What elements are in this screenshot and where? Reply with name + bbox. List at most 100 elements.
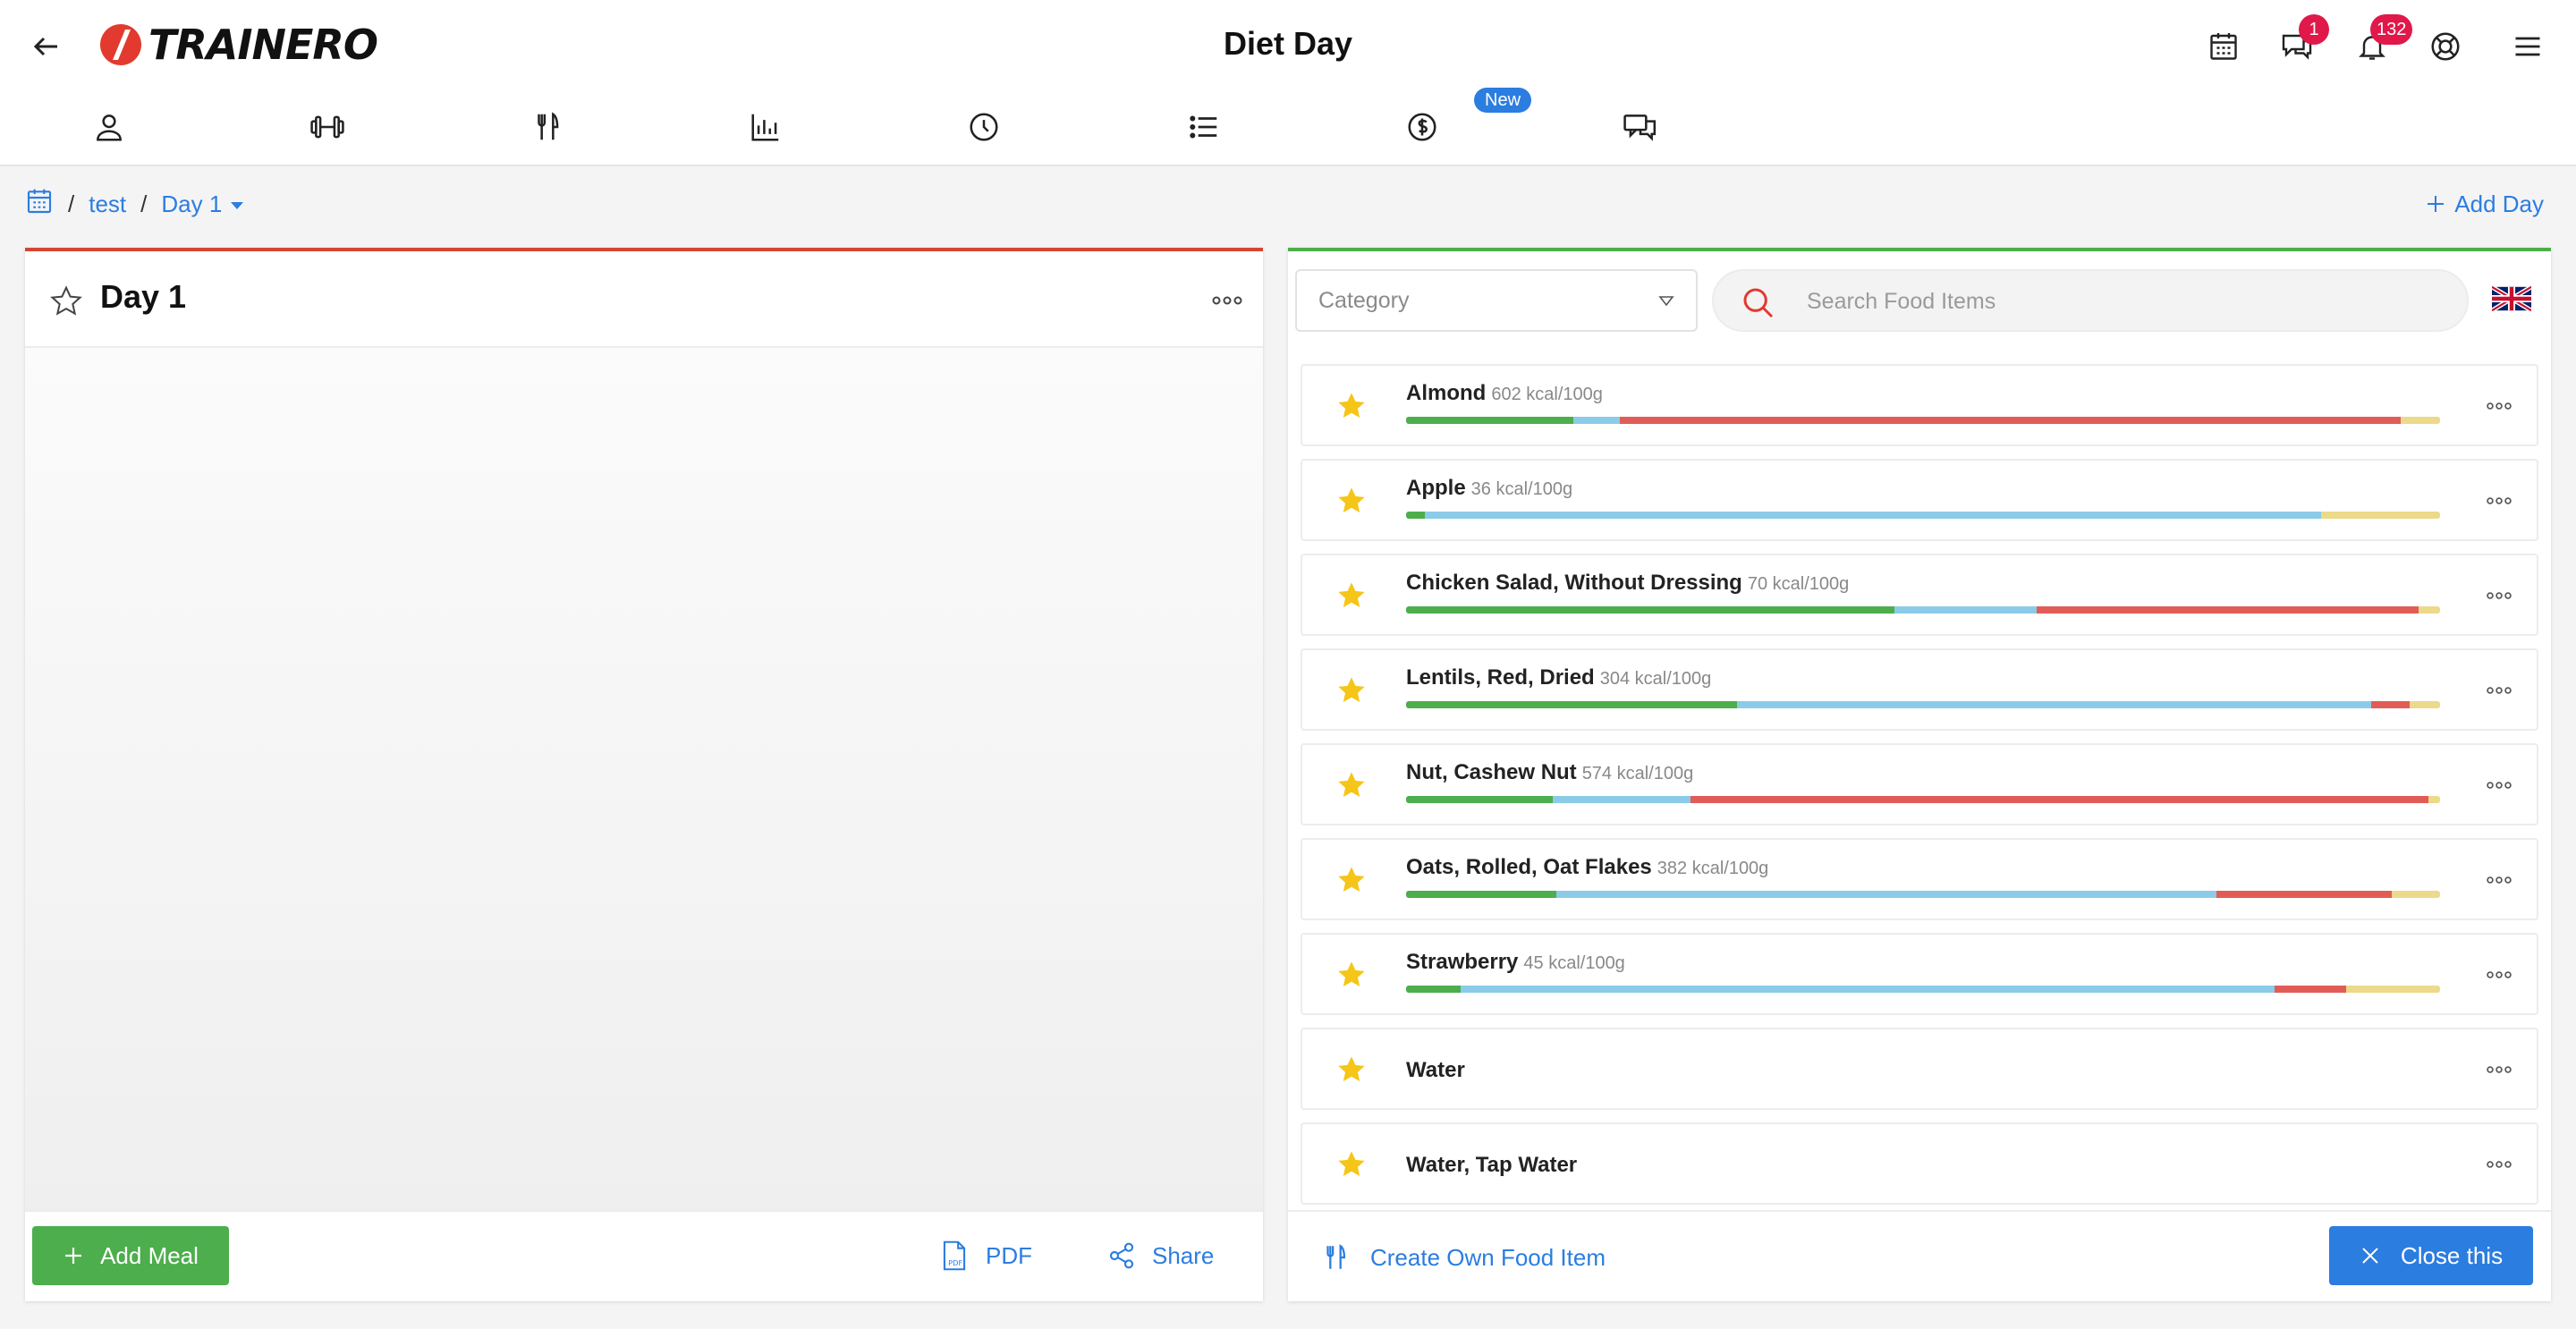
protein-segment — [1406, 891, 1556, 898]
fork-knife-icon[interactable] — [526, 106, 569, 148]
food-kcal-text: 45 kcal/100g — [1523, 953, 1625, 973]
food-item-name: Almond 602 kcal/100g — [1406, 381, 1603, 406]
food-item-name: Lentils, Red, Dried 304 kcal/100g — [1406, 665, 1711, 690]
create-own-food-button[interactable]: Create Own Food Item — [1320, 1228, 1606, 1287]
macro-distribution-bar — [1406, 796, 2440, 803]
module-nav — [0, 89, 2576, 166]
plus-icon — [65, 1248, 82, 1264]
food-kcal-text: 36 kcal/100g — [1470, 479, 1573, 499]
pdf-button[interactable]: PDF PDF — [939, 1226, 1032, 1285]
list-icon[interactable] — [1182, 106, 1225, 148]
food-item-row[interactable]: Lentils, Red, Dried 304 kcal/100g — [1301, 648, 2538, 731]
food-item-row[interactable]: Chicken Salad, Without Dressing 70 kcal/1… — [1301, 554, 2538, 636]
food-kcal-text: 602 kcal/100g — [1491, 385, 1603, 404]
food-item-name: Water, Tap Water — [1406, 1153, 1577, 1178]
food-item-row[interactable]: Nut, Cashew Nut 574 kcal/100g — [1301, 743, 2538, 825]
food-item-row[interactable]: Strawberry 45 kcal/100g — [1301, 933, 2538, 1015]
breadcrumb: / test / Day 1 — [25, 186, 245, 222]
favorite-star-icon[interactable] — [1335, 579, 1368, 613]
food-item-row[interactable]: Oats, Rolled, Oat Flakes 382 kcal/100g — [1301, 838, 2538, 920]
more-options-icon[interactable] — [2479, 487, 2519, 514]
close-button[interactable]: Close this — [2329, 1226, 2533, 1285]
food-item-row[interactable]: Water — [1301, 1028, 2538, 1110]
favorite-star-icon[interactable] — [1335, 673, 1368, 707]
category-placeholder: Category — [1318, 287, 1410, 313]
back-arrow-icon[interactable] — [27, 27, 66, 66]
favorite-star-icon[interactable] — [1335, 958, 1368, 992]
food-name-text: Nut, Cashew Nut — [1406, 760, 1577, 784]
day-panel-footer: Add Meal PDF PDF Share — [25, 1210, 1263, 1301]
favorite-star-icon[interactable] — [1335, 863, 1368, 897]
help-lifebuoy-icon[interactable] — [2424, 25, 2467, 68]
favorite-star-icon[interactable] — [1335, 389, 1368, 423]
favorite-star-icon[interactable] — [1335, 484, 1368, 518]
food-item-name: Apple 36 kcal/100g — [1406, 476, 1572, 501]
macro-distribution-bar — [1406, 701, 2440, 708]
day-header: Day 1 — [25, 251, 1263, 348]
share-icon — [1109, 1242, 1134, 1269]
calendar-icon[interactable] — [2202, 25, 2245, 68]
messages-icon[interactable]: 1 — [2275, 14, 2329, 68]
food-list: Almond 602 kcal/100g Apple 36 kcal/100g Chic… — [1301, 364, 2538, 1217]
user-icon[interactable] — [88, 106, 131, 148]
carbs-segment — [1555, 891, 2217, 898]
carbs-segment — [1424, 512, 2322, 519]
calendar-icon[interactable] — [25, 187, 54, 222]
dollar-icon[interactable] — [1401, 106, 1444, 148]
food-item-name: Chicken Salad, Without Dressing 70 kcal/1… — [1406, 571, 1849, 596]
favorite-star-icon[interactable] — [1335, 768, 1368, 802]
favorite-star-icon[interactable] — [1335, 1147, 1368, 1181]
new-badge: New — [1474, 88, 1532, 113]
more-options-icon[interactable] — [2479, 582, 2519, 609]
logo-mark-icon — [100, 24, 141, 65]
day-panel: Day 1 Add Meal PDF PDF Share — [25, 248, 1263, 1301]
add-meal-button[interactable]: Add Meal — [32, 1226, 229, 1285]
more-options-icon[interactable] — [2479, 1151, 2519, 1178]
close-label: Close this — [2400, 1241, 2504, 1269]
more-options-icon[interactable] — [2479, 1056, 2519, 1083]
favorite-star-icon[interactable] — [1335, 1053, 1368, 1087]
more-options-icon[interactable] — [2479, 867, 2519, 893]
caret-down-icon — [231, 202, 244, 209]
food-name-text: Oats, Rolled, Oat Flakes — [1406, 855, 1652, 879]
chat-icon[interactable] — [1619, 106, 1662, 148]
fat-segment — [2216, 891, 2392, 898]
add-day-button[interactable]: Add Day — [2426, 186, 2544, 222]
food-item-name: Strawberry 45 kcal/100g — [1406, 950, 1625, 975]
more-options-icon[interactable] — [2479, 772, 2519, 799]
food-item-row[interactable]: Apple 36 kcal/100g — [1301, 459, 2538, 541]
more-options-icon[interactable] — [2479, 393, 2519, 419]
search-icon[interactable] — [1741, 285, 1776, 321]
dumbbell-icon[interactable] — [306, 106, 349, 148]
uk-flag-icon[interactable] — [2492, 284, 2531, 314]
breadcrumb-plan-link[interactable]: test — [89, 190, 126, 218]
share-button[interactable]: Share — [1107, 1226, 1214, 1285]
other-segment — [2345, 986, 2440, 993]
more-options-icon[interactable] — [1208, 287, 1247, 314]
more-options-icon[interactable] — [2479, 961, 2519, 988]
food-item-name: Oats, Rolled, Oat Flakes 382 kcal/100g — [1406, 855, 1768, 880]
more-options-icon[interactable] — [2479, 677, 2519, 704]
messages-badge: 1 — [2299, 14, 2329, 45]
macro-distribution-bar — [1406, 417, 2440, 424]
food-item-row[interactable]: Almond 602 kcal/100g — [1301, 364, 2538, 446]
search-input[interactable] — [1807, 282, 2433, 321]
bell-icon[interactable]: 132 — [2351, 14, 2413, 68]
food-name-text: Water — [1406, 1058, 1465, 1082]
day-selector-dropdown[interactable]: Day 1 — [161, 190, 245, 218]
other-segment — [2410, 701, 2440, 708]
food-name-text: Water, Tap Water — [1406, 1153, 1578, 1177]
trainero-logo[interactable]: TRAINERO — [98, 21, 378, 69]
hamburger-menu-icon[interactable] — [2506, 25, 2549, 68]
macro-distribution-bar — [1406, 512, 2440, 519]
share-label: Share — [1152, 1241, 1215, 1269]
food-item-name: Nut, Cashew Nut 574 kcal/100g — [1406, 760, 1693, 785]
add-day-label: Add Day — [2454, 190, 2544, 217]
clock-icon[interactable] — [962, 106, 1005, 148]
food-item-row[interactable]: Water, Tap Water — [1301, 1122, 2538, 1205]
top-bar: TRAINERO Diet Day 1 132 — [0, 0, 2576, 89]
bar-chart-icon[interactable] — [744, 106, 787, 148]
favorite-star-icon[interactable] — [48, 284, 84, 319]
carbs-segment — [1553, 796, 1690, 803]
category-select[interactable]: Category — [1295, 269, 1698, 332]
